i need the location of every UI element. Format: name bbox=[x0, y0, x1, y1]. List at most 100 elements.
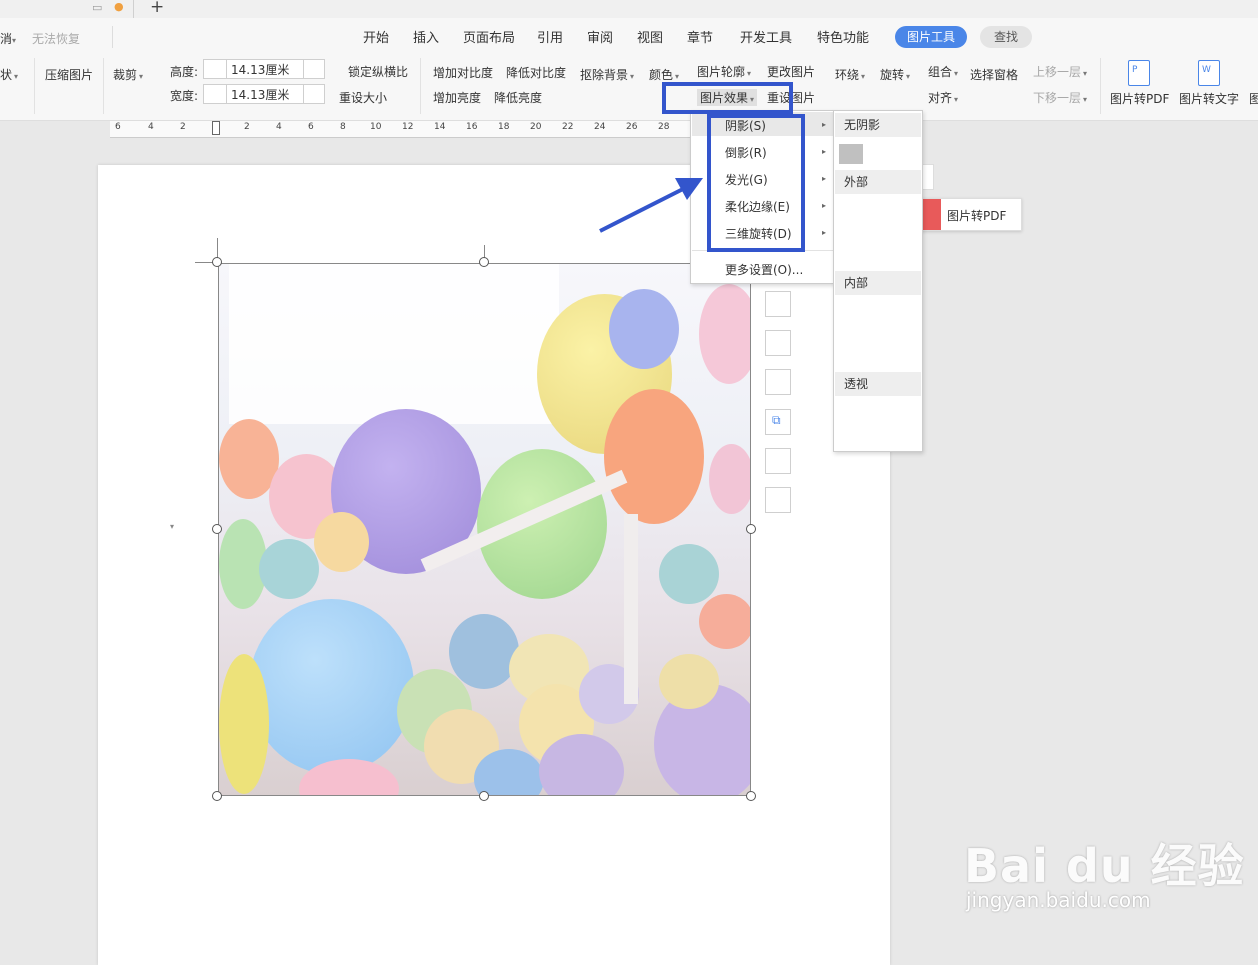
crop-quick-button[interactable] bbox=[765, 330, 791, 356]
ribbon-toolbar: 状 ▾ 压缩图片 裁剪 ▾ 高度: 宽度: 14.13厘米 14.13厘米 锁定纵横… bbox=[0, 54, 1258, 121]
shape-button[interactable]: 状 ▾ bbox=[0, 66, 18, 83]
resize-handle-bottom[interactable] bbox=[479, 791, 489, 801]
ruler-tick: 2 bbox=[180, 122, 186, 132]
pdf-tooltip[interactable]: 图片转PDF bbox=[918, 198, 1022, 231]
width-spin-left[interactable] bbox=[203, 84, 227, 104]
submenu-arrow-icon: ▸ bbox=[822, 120, 827, 129]
divider bbox=[1100, 58, 1101, 114]
menu-picture-tools[interactable]: 图片工具 bbox=[895, 26, 968, 48]
decrease-contrast-button[interactable]: 降低对比度 bbox=[506, 64, 566, 81]
width-input[interactable]: 14.13厘米 bbox=[226, 84, 304, 104]
menu-references[interactable]: 引用 bbox=[537, 27, 563, 46]
align-button[interactable]: 对齐 ▾ bbox=[928, 89, 958, 106]
divider bbox=[34, 58, 35, 114]
menu-page-layout[interactable]: 页面布局 bbox=[463, 27, 515, 46]
balloon bbox=[699, 284, 750, 384]
submenu-arrow-icon: ▸ bbox=[822, 147, 827, 156]
shadow-swatch[interactable] bbox=[839, 144, 863, 164]
pdf-tooltip-label: 图片转PDF bbox=[947, 209, 1007, 223]
no-shadow-option[interactable]: 无阴影 bbox=[835, 113, 921, 137]
change-picture-button[interactable]: 更改图片 bbox=[767, 63, 815, 80]
compress-picture-button[interactable]: 压缩图片 bbox=[45, 66, 93, 83]
ruler-tick: 6 bbox=[115, 122, 121, 132]
arrow-shaft bbox=[599, 186, 686, 233]
new-tab-button[interactable]: + bbox=[150, 0, 164, 17]
submenu-arrow-icon: ▸ bbox=[822, 174, 827, 183]
resize-handle-top-left[interactable] bbox=[212, 257, 222, 267]
outer-shadow-header: 外部 bbox=[835, 170, 921, 194]
height-label: 高度: bbox=[170, 65, 199, 79]
balloon bbox=[477, 449, 607, 599]
balloon bbox=[259, 539, 319, 599]
ruler-tick: 4 bbox=[148, 122, 154, 132]
balloon-photo[interactable] bbox=[218, 263, 751, 796]
settings-quick-button[interactable] bbox=[765, 487, 791, 513]
picture-outline-button[interactable]: 图片轮廓 ▾ bbox=[697, 63, 751, 80]
decrease-brightness-button[interactable]: 降低亮度 bbox=[494, 89, 542, 106]
reset-size-button[interactable]: 重设大小 bbox=[339, 89, 387, 106]
balloon bbox=[659, 544, 719, 604]
ruler-tick: 18 bbox=[498, 122, 510, 132]
menu-review[interactable]: 审阅 bbox=[587, 27, 613, 46]
height-input[interactable]: 14.13厘米 bbox=[226, 59, 304, 79]
filter-quick-button[interactable] bbox=[765, 369, 791, 395]
ruler-tick: 16 bbox=[466, 122, 478, 132]
table-leg bbox=[624, 514, 638, 704]
menu-developer[interactable]: 开发工具 bbox=[740, 27, 792, 46]
wrap-button[interactable]: 环绕 ▾ bbox=[835, 66, 865, 83]
window-light bbox=[229, 264, 559, 424]
increase-contrast-button[interactable]: 增加对比度 bbox=[433, 64, 493, 81]
ruler-tick: 28 bbox=[658, 122, 670, 132]
resize-handle-bottom-left[interactable] bbox=[212, 791, 222, 801]
balloon bbox=[219, 654, 269, 794]
send-backward-button[interactable]: 下移一层 ▾ bbox=[1033, 89, 1087, 106]
effects-button-highlight bbox=[662, 82, 793, 114]
indent-marker[interactable] bbox=[212, 121, 220, 135]
menu-insert[interactable]: 插入 bbox=[413, 27, 439, 46]
selection-pane-button[interactable]: 选择窗格 bbox=[970, 66, 1018, 83]
balloon bbox=[699, 594, 750, 649]
menu-home[interactable]: 开始 bbox=[363, 27, 389, 46]
rotate-button[interactable]: 旋转 ▾ bbox=[880, 66, 910, 83]
layout-options-button[interactable] bbox=[765, 291, 791, 317]
resize-handle-bottom-right[interactable] bbox=[746, 791, 756, 801]
resize-handle-right[interactable] bbox=[746, 524, 756, 534]
resize-handle-top[interactable] bbox=[479, 257, 489, 267]
height-spin-right[interactable] bbox=[303, 59, 325, 79]
resize-handle-left[interactable] bbox=[212, 524, 222, 534]
redo-button[interactable]: 无法恢复 bbox=[32, 30, 80, 47]
picture-to-text-quick-button[interactable]: ⧉ bbox=[765, 409, 791, 435]
picture-to-pdf-button[interactable]: 图片转PDF bbox=[1110, 90, 1169, 107]
shadow-submenu: 无阴影 外部 内部 透视 bbox=[833, 110, 923, 452]
picture-to-pdf-icon: P bbox=[1128, 60, 1150, 86]
group-button[interactable]: 组合 ▾ bbox=[928, 63, 958, 80]
undo-button[interactable]: 消▾ bbox=[0, 30, 16, 47]
color-button[interactable]: 颜色 ▾ bbox=[649, 66, 679, 83]
ruler-tick: 4 bbox=[276, 122, 282, 132]
divider bbox=[103, 58, 104, 114]
balloon bbox=[449, 614, 519, 689]
submenu-arrow-icon: ▸ bbox=[822, 228, 827, 237]
more-quick-button[interactable] bbox=[765, 448, 791, 474]
unsaved-dot-icon: ● bbox=[114, 0, 124, 13]
convert-icon: ⧉ bbox=[772, 413, 781, 427]
menu-item-more-settings[interactable]: 更多设置(O)... bbox=[725, 261, 803, 278]
find-button[interactable]: 查找 bbox=[980, 26, 1032, 48]
picture-to-text-button[interactable]: 图片转文字 bbox=[1179, 90, 1239, 107]
divider bbox=[420, 58, 421, 114]
width-spin-right[interactable] bbox=[303, 84, 325, 104]
increase-brightness-button[interactable]: 增加亮度 bbox=[433, 89, 481, 106]
remove-background-button[interactable]: 抠除背景 ▾ bbox=[580, 66, 634, 83]
document-tab[interactable]: ▭ ● bbox=[0, 0, 134, 18]
menu-section[interactable]: 章节 bbox=[687, 27, 713, 46]
ruler-tick: 12 bbox=[402, 122, 414, 132]
menu-special-features[interactable]: 特色功能 bbox=[817, 27, 869, 46]
annotation-arrow bbox=[599, 178, 703, 233]
crop-button[interactable]: 裁剪 ▾ bbox=[113, 66, 143, 83]
truncated-ribbon-button[interactable]: 图 bbox=[1249, 90, 1258, 107]
lock-ratio-checkbox[interactable]: 锁定纵横比 bbox=[348, 63, 408, 80]
ruler-tick: 10 bbox=[370, 122, 382, 132]
height-spin-left[interactable] bbox=[203, 59, 227, 79]
menu-view[interactable]: 视图 bbox=[637, 27, 663, 46]
bring-forward-button[interactable]: 上移一层 ▾ bbox=[1033, 63, 1087, 80]
